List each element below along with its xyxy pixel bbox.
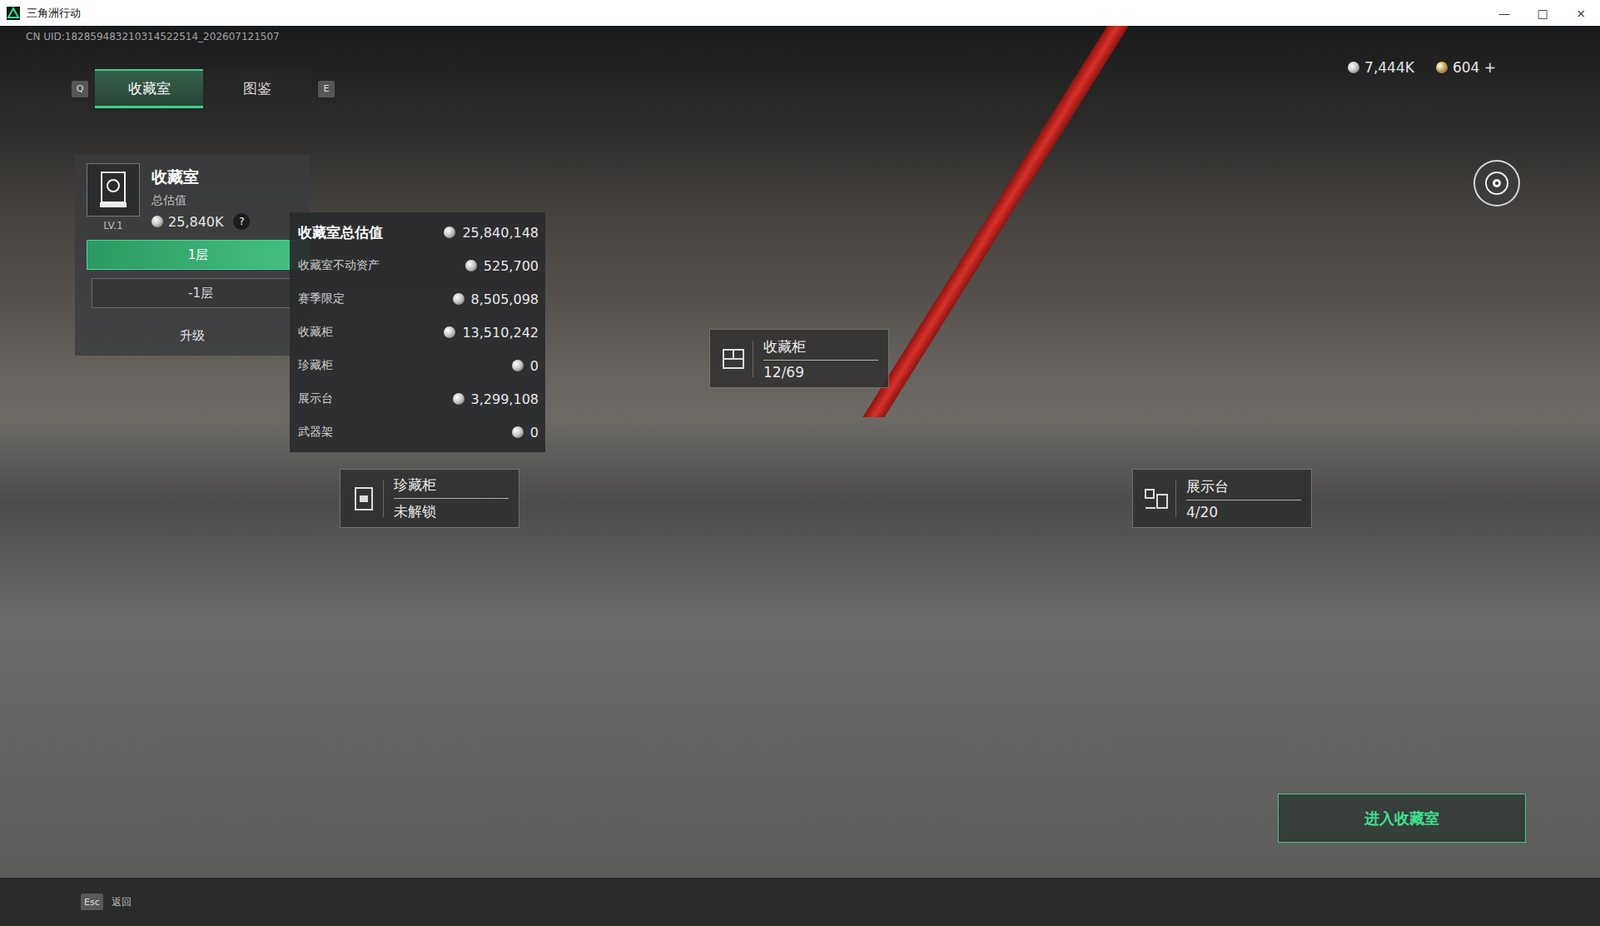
hotspot-text: 珍藏柜未解锁: [393, 475, 509, 522]
currency-bar: 7,444K 604 +: [1347, 59, 1496, 76]
app-window: 三角洲行动 —□× CN UID:182859483210314522514_202…: [0, 0, 1600, 926]
hotspot-text: 展示台 4/20: [1186, 477, 1302, 521]
currency[interactable]: 604 +: [1436, 59, 1496, 76]
hotspot-status: 4/20: [1186, 503, 1302, 521]
coin-icon: [443, 326, 456, 338]
back-label[interactable]: 返回: [111, 894, 132, 910]
hotspot-icon-box: [350, 480, 384, 517]
coin-icon: [452, 293, 465, 305]
hotspot-icon-box: [720, 340, 754, 378]
title-bar: 三角洲行动 —□×: [0, 0, 1600, 26]
tooltip-value: 8,505,098: [452, 291, 539, 308]
hotspot-name: 珍藏柜: [393, 475, 509, 499]
coin-icon: [1436, 61, 1448, 74]
next-tab-key[interactable]: E: [318, 80, 335, 98]
window-control-button[interactable]: □: [1523, 0, 1562, 26]
window-control-button[interactable]: ×: [1561, 0, 1600, 26]
tooltip-value: 13,510,242: [443, 324, 539, 341]
room-card-header: LV.1 收藏室总估值 25,840K?: [74, 163, 310, 232]
hotspot-label[interactable]: 珍藏柜未解锁: [339, 468, 520, 528]
currency[interactable]: 7,444K: [1347, 59, 1415, 76]
valuation-tooltip: 收藏室总估值25,840,148收藏室不动资产525,700赛季限定8,505,…: [289, 212, 546, 453]
coin-icon: [511, 426, 524, 438]
room-icon-column: LV.1: [86, 163, 140, 232]
cabinet-icon: [721, 347, 746, 370]
room-icon-box: [86, 163, 140, 217]
tooltip-row: 展示台3,299,108: [298, 382, 539, 416]
hotspot-name: 展示台: [1186, 477, 1302, 501]
tooltip-row: 收藏柜13,510,242: [298, 315, 539, 349]
tooltip-header: 收藏室总估值25,840,148: [298, 215, 539, 249]
tooltip-value: 0: [511, 357, 539, 374]
tooltip-value: 3,299,108: [452, 391, 539, 408]
showcase-icon: [98, 170, 129, 209]
uid-label: CN UID:182859483210314522514_20260712150…: [25, 30, 280, 43]
help-badge[interactable]: ?: [233, 213, 250, 230]
room-value: 25,840K?: [151, 213, 250, 230]
tooltip-value: 525,700: [465, 258, 539, 274]
tab-row: Q 收藏室图鉴 E: [71, 69, 335, 109]
room-subtitle: 总估值: [151, 193, 250, 209]
hotspot-status: 未解锁: [393, 501, 509, 522]
esc-key[interactable]: Esc: [80, 893, 104, 910]
game-logo-icon: [6, 6, 20, 20]
hotspot-text: 收藏柜 12/69: [763, 337, 879, 381]
coin-icon: [511, 359, 524, 372]
hotspot-name: 收藏柜: [763, 337, 879, 361]
coin-icon: [452, 392, 465, 405]
vault-icon: [353, 486, 374, 512]
room-level: LV.1: [103, 219, 123, 232]
prev-tab-key[interactable]: Q: [71, 80, 89, 98]
window-controls: —□×: [1485, 0, 1600, 26]
upgrade-button[interactable]: 升级: [74, 327, 310, 344]
tooltip-row: 收藏室不动资产525,700: [298, 248, 539, 283]
room-card: LV.1 收藏室总估值 25,840K? 1层 -1层升级: [74, 154, 310, 356]
tooltip-row: 珍藏柜0: [298, 348, 539, 383]
hotspot-icon-box: [1142, 480, 1177, 517]
coin-icon: [151, 215, 164, 228]
map-button[interactable]: [1473, 159, 1521, 207]
floor-button[interactable]: -1层: [91, 278, 310, 309]
tab[interactable]: 收藏室: [94, 69, 204, 109]
hotspot-status: 12/69: [763, 363, 879, 381]
red-pipe: [862, 25, 1129, 418]
display-stand-icon: [1143, 487, 1169, 510]
footer-bar: Esc 返回: [0, 877, 1600, 926]
compass-icon: [1483, 169, 1511, 197]
enter-room-button[interactable]: 进入收藏室: [1277, 793, 1526, 843]
room-title: 收藏室: [151, 166, 250, 189]
tabs: 收藏室图鉴: [94, 69, 312, 109]
window-control-button[interactable]: —: [1485, 0, 1524, 26]
hotspot-label[interactable]: 收藏柜 12/69: [709, 328, 890, 388]
collection-room-scene: CN UID:182859483210314522514_20260712150…: [0, 25, 1600, 878]
tooltip-row: 武器架0: [298, 415, 539, 449]
coin-icon: [465, 259, 478, 272]
coin-icon: [1347, 61, 1360, 74]
coin-icon: [443, 226, 456, 239]
hotspot-label[interactable]: 展示台 4/20: [1132, 468, 1312, 528]
tooltip-row: 赛季限定8,505,098: [298, 282, 539, 316]
tooltip-value: 0: [511, 424, 539, 441]
tooltip-total: 25,840,148: [443, 224, 539, 241]
window-title: 三角洲行动: [26, 5, 1479, 21]
floor-button[interactable]: 1层: [86, 239, 310, 270]
tab[interactable]: 图鉴: [203, 69, 312, 109]
room-info: 收藏室总估值 25,840K?: [151, 163, 250, 232]
